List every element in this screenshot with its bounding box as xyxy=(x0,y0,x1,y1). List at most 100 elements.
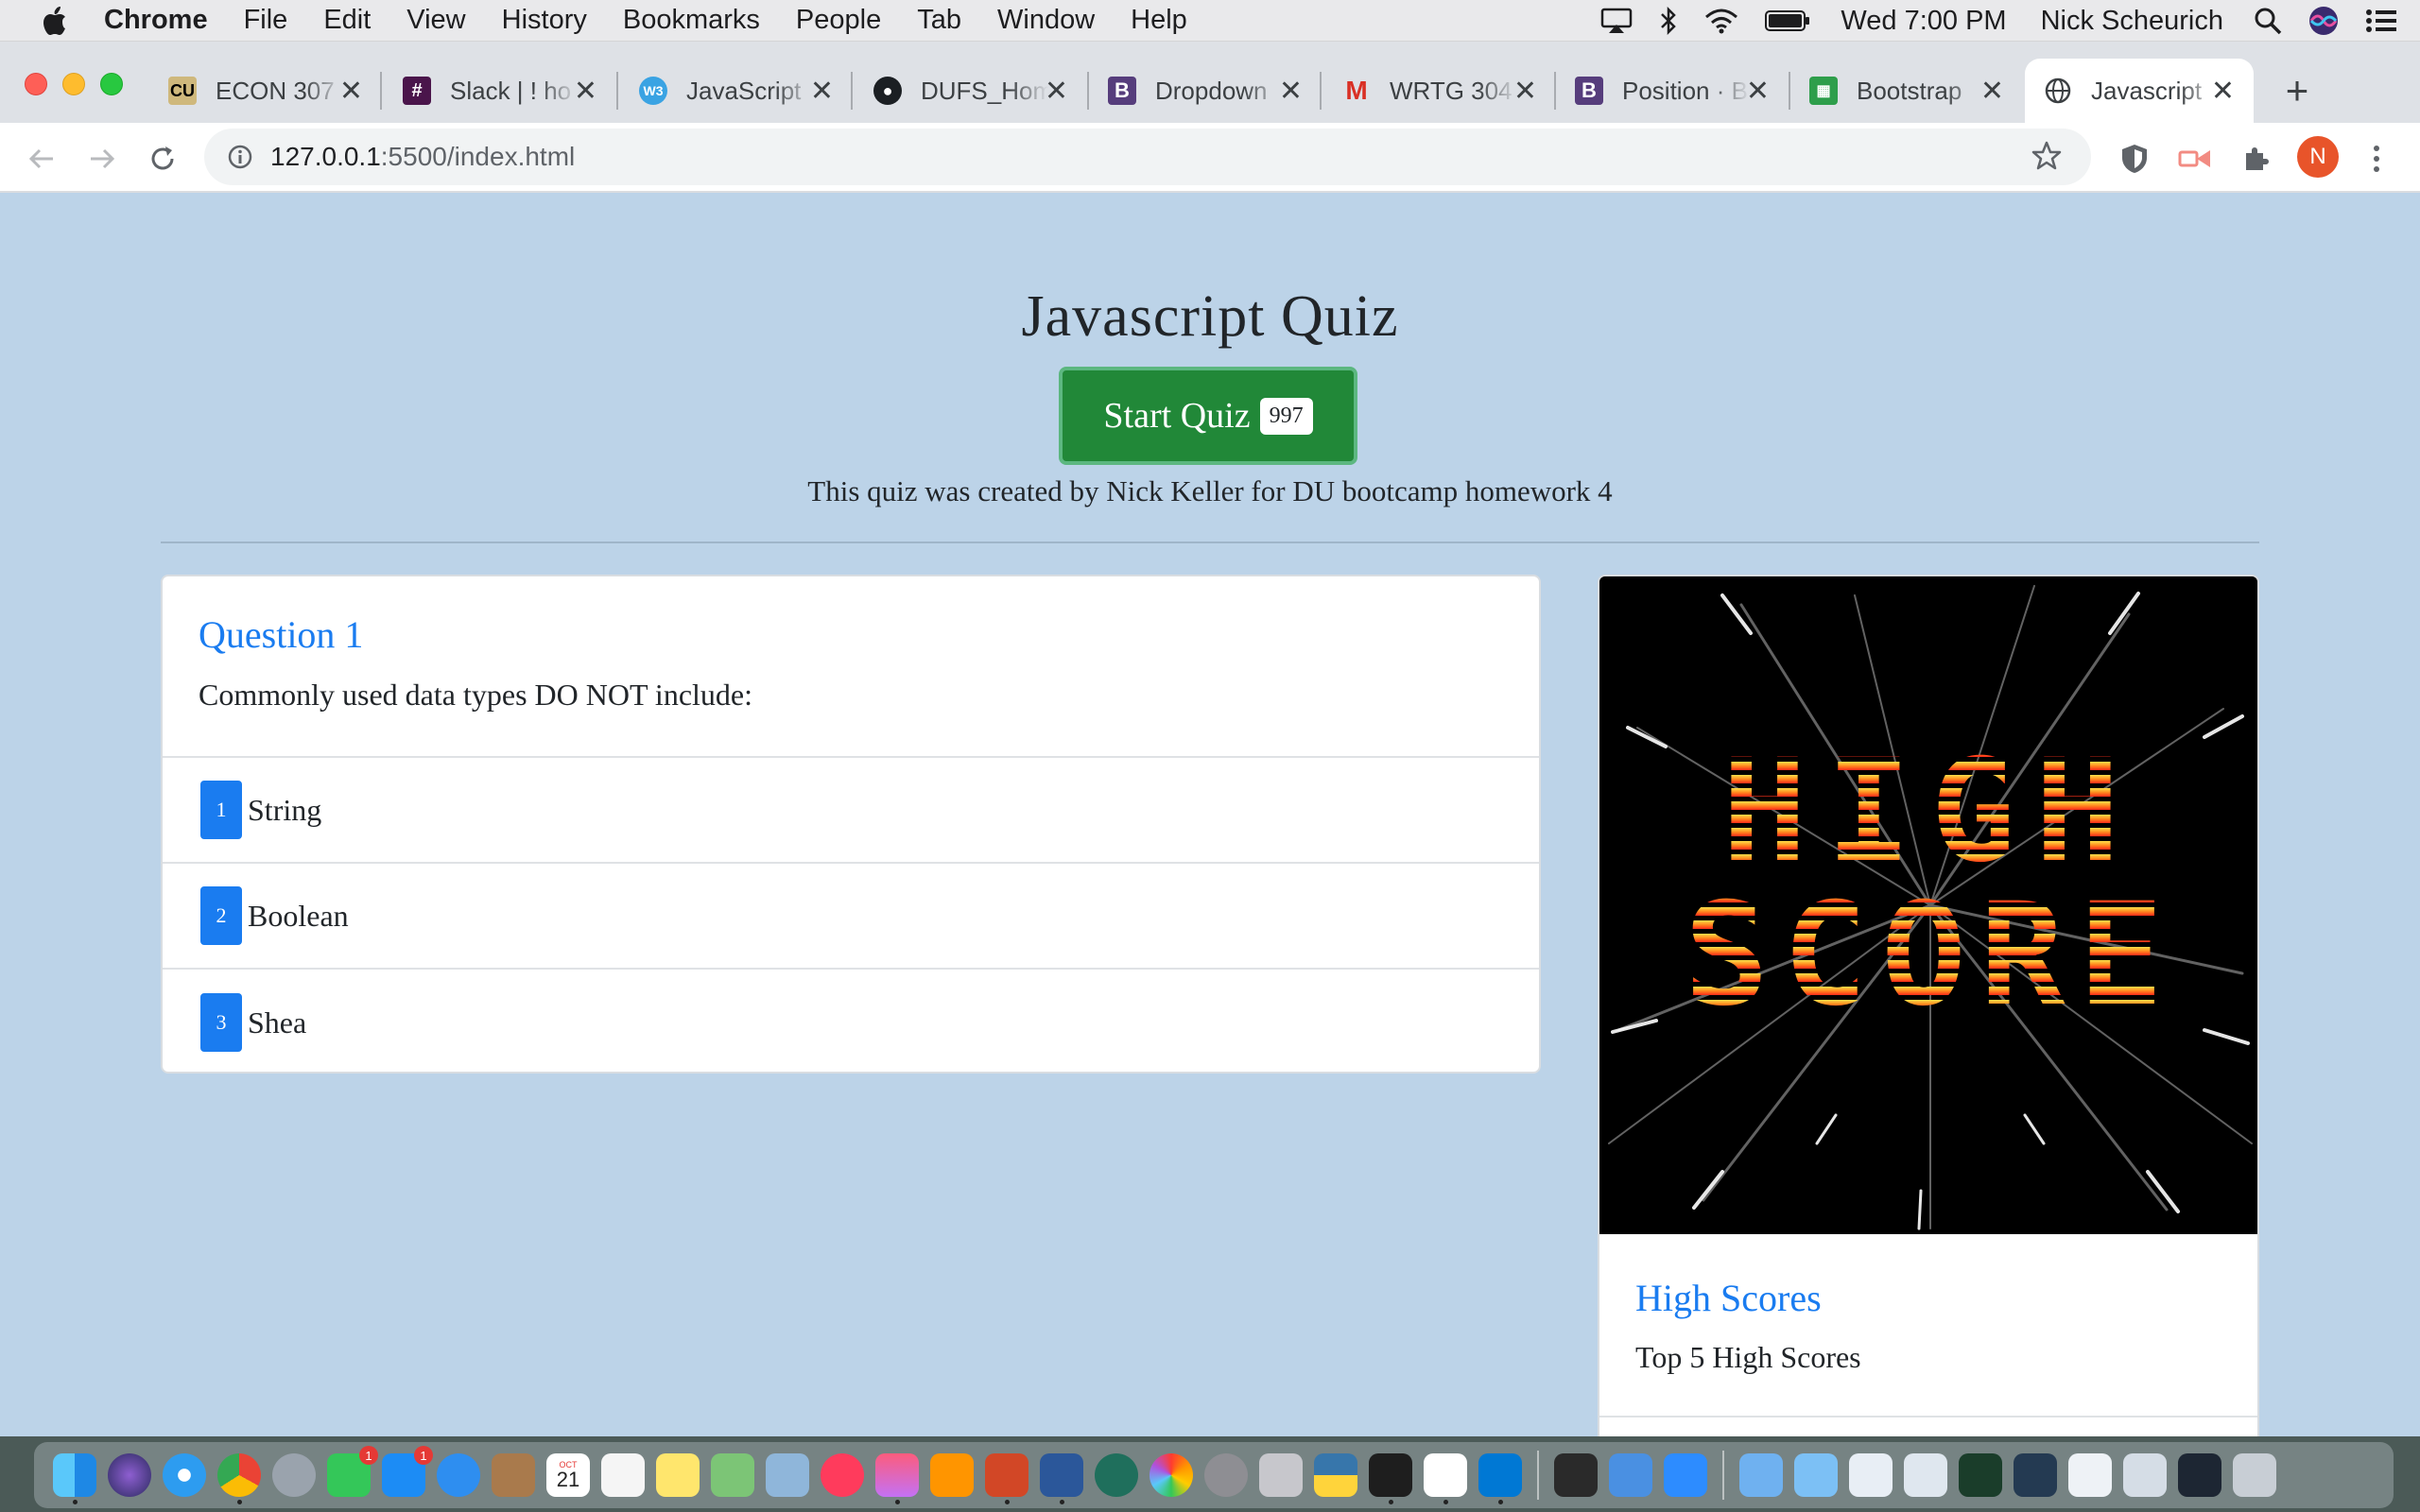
calendar-icon[interactable]: OCT 21 xyxy=(546,1453,590,1497)
siri-icon[interactable] xyxy=(2308,6,2339,36)
window-minimize-button[interactable] xyxy=(62,73,85,95)
battery-icon[interactable] xyxy=(1765,9,1810,32)
word-icon[interactable] xyxy=(1040,1453,1083,1504)
menu-tab[interactable]: Tab xyxy=(917,5,961,36)
close-tab-icon[interactable]: ✕ xyxy=(1045,75,1068,108)
powerpoint-icon[interactable] xyxy=(985,1453,1028,1504)
slack-dock-icon[interactable] xyxy=(1424,1453,1467,1504)
notification-center-icon[interactable] xyxy=(2365,8,2397,34)
reload-icon[interactable] xyxy=(144,140,182,178)
spotlight-search-icon[interactable] xyxy=(2254,7,2282,35)
trash-icon[interactable] xyxy=(2233,1453,2276,1497)
stack-thumbnail-6[interactable] xyxy=(2123,1453,2167,1497)
apple-icon[interactable] xyxy=(38,4,72,38)
menubar-user[interactable]: Nick Scheurich xyxy=(2041,6,2223,37)
contacts-icon[interactable] xyxy=(492,1453,535,1497)
terminal-icon[interactable] xyxy=(1369,1453,1412,1504)
menubar-clock[interactable]: Wed 7:00 PM xyxy=(1841,6,2006,37)
facetime-icon[interactable]: 1 xyxy=(327,1446,378,1497)
extensions-puzzle-icon[interactable] xyxy=(2237,140,2274,178)
documents-folder-icon[interactable] xyxy=(1794,1453,1838,1497)
close-tab-icon[interactable]: ✕ xyxy=(2211,75,2235,108)
activity-monitor-icon[interactable] xyxy=(1554,1453,1598,1497)
stack-thumbnail-3[interactable] xyxy=(1959,1453,2002,1497)
url-text[interactable]: 127.0.0.1:5500/index.html xyxy=(270,142,575,172)
menu-view[interactable]: View xyxy=(406,5,465,36)
shield-extension-icon[interactable] xyxy=(2116,140,2153,178)
tab-github[interactable]: ● DUFS_Hom ✕ xyxy=(873,59,1068,123)
menu-window[interactable]: Window xyxy=(997,5,1095,36)
preview-icon[interactable] xyxy=(766,1453,809,1497)
close-tab-icon[interactable]: ✕ xyxy=(1279,75,1303,108)
tab-javascript-w3[interactable]: W3 JavaScript ✕ xyxy=(639,59,834,123)
menu-help[interactable]: Help xyxy=(1131,5,1187,36)
vscode-icon[interactable] xyxy=(1478,1453,1522,1504)
profile-avatar[interactable]: N xyxy=(2297,136,2339,178)
script-editor-icon[interactable] xyxy=(1259,1453,1303,1497)
tab-econ[interactable]: CU ECON 307 ✕ xyxy=(168,59,363,123)
more-menu-icon[interactable] xyxy=(2358,140,2395,178)
close-tab-icon[interactable]: ✕ xyxy=(339,75,363,108)
info-icon[interactable] xyxy=(227,144,253,170)
cast-extension-icon[interactable] xyxy=(2176,140,2214,178)
tab-dropdown[interactable]: B Dropdown ✕ xyxy=(1108,59,1303,123)
reminders-icon[interactable] xyxy=(601,1453,645,1497)
close-tab-icon[interactable]: ✕ xyxy=(574,75,597,108)
answer-number[interactable]: 1 xyxy=(200,781,242,839)
new-tab-button[interactable]: + xyxy=(2278,68,2316,113)
notes-icon[interactable] xyxy=(656,1453,700,1497)
answer-option-1[interactable]: 1 String xyxy=(163,758,1539,864)
stack-thumbnail-2[interactable] xyxy=(1904,1453,1947,1497)
answer-number[interactable]: 3 xyxy=(200,993,242,1052)
music-icon[interactable] xyxy=(875,1453,919,1504)
applications-folder-icon[interactable] xyxy=(1739,1453,1783,1497)
answer-number[interactable]: 2 xyxy=(200,886,242,945)
airplay-icon[interactable] xyxy=(1600,8,1633,34)
launchpad-icon[interactable] xyxy=(272,1453,316,1497)
xcode-icon[interactable] xyxy=(1609,1453,1652,1497)
siri-dock-icon[interactable] xyxy=(108,1453,151,1497)
stack-thumbnail-5[interactable] xyxy=(2068,1453,2112,1497)
messages-icon[interactable] xyxy=(437,1453,480,1497)
window-close-button[interactable] xyxy=(25,73,47,95)
wifi-icon[interactable] xyxy=(1704,8,1738,34)
start-quiz-button[interactable]: Start Quiz 997 xyxy=(1059,367,1357,465)
stack-thumbnail-4[interactable] xyxy=(2014,1453,2057,1497)
close-tab-icon[interactable]: ✕ xyxy=(810,75,834,108)
finder-icon[interactable] xyxy=(53,1453,96,1504)
stack-thumbnail-1[interactable] xyxy=(1849,1453,1893,1497)
system-preferences-icon[interactable] xyxy=(1204,1453,1248,1497)
address-bar[interactable]: 127.0.0.1:5500/index.html xyxy=(204,129,2091,185)
tab-javascript-quiz[interactable]: Javascript ✕ xyxy=(2025,59,2254,123)
close-tab-icon[interactable]: ✕ xyxy=(1746,75,1770,108)
answer-option-3[interactable]: 3 Shea xyxy=(163,970,1539,1072)
zoom-icon[interactable] xyxy=(1664,1453,1707,1497)
photos-icon[interactable] xyxy=(1150,1453,1193,1497)
window-zoom-button[interactable] xyxy=(100,73,123,95)
safari-icon[interactable] xyxy=(163,1453,206,1497)
menu-app-name[interactable]: Chrome xyxy=(104,5,208,36)
close-tab-icon[interactable]: ✕ xyxy=(1513,75,1537,108)
app-store-icon[interactable]: 1 xyxy=(382,1446,433,1497)
tab-position[interactable]: B Position · B ✕ xyxy=(1575,59,1770,123)
maps-icon[interactable] xyxy=(711,1453,754,1497)
bookmark-star-icon[interactable] xyxy=(2031,140,2063,177)
tab-bootstrap[interactable]: ▦ Bootstrap ✕ xyxy=(1809,59,2004,123)
menu-history[interactable]: History xyxy=(502,5,587,36)
chrome-icon[interactable] xyxy=(217,1453,261,1504)
menu-file[interactable]: File xyxy=(244,5,288,36)
tab-gmail[interactable]: M WRTG 304 ✕ xyxy=(1342,59,1537,123)
forward-arrow-icon[interactable] xyxy=(83,140,121,178)
menu-people[interactable]: People xyxy=(796,5,881,36)
close-tab-icon[interactable]: ✕ xyxy=(1980,75,2004,108)
bluetooth-icon[interactable] xyxy=(1659,6,1678,36)
news-icon[interactable] xyxy=(821,1453,864,1497)
stack-thumbnail-7[interactable] xyxy=(2178,1453,2221,1497)
menu-bookmarks[interactable]: Bookmarks xyxy=(623,5,760,36)
menu-edit[interactable]: Edit xyxy=(323,5,371,36)
time-machine-icon[interactable] xyxy=(1095,1453,1138,1497)
answer-option-2[interactable]: 2 Boolean xyxy=(163,864,1539,970)
python-icon[interactable] xyxy=(1314,1453,1357,1497)
back-arrow-icon[interactable] xyxy=(23,140,60,178)
tab-slack[interactable]: # Slack | ! ho ✕ xyxy=(403,59,597,123)
